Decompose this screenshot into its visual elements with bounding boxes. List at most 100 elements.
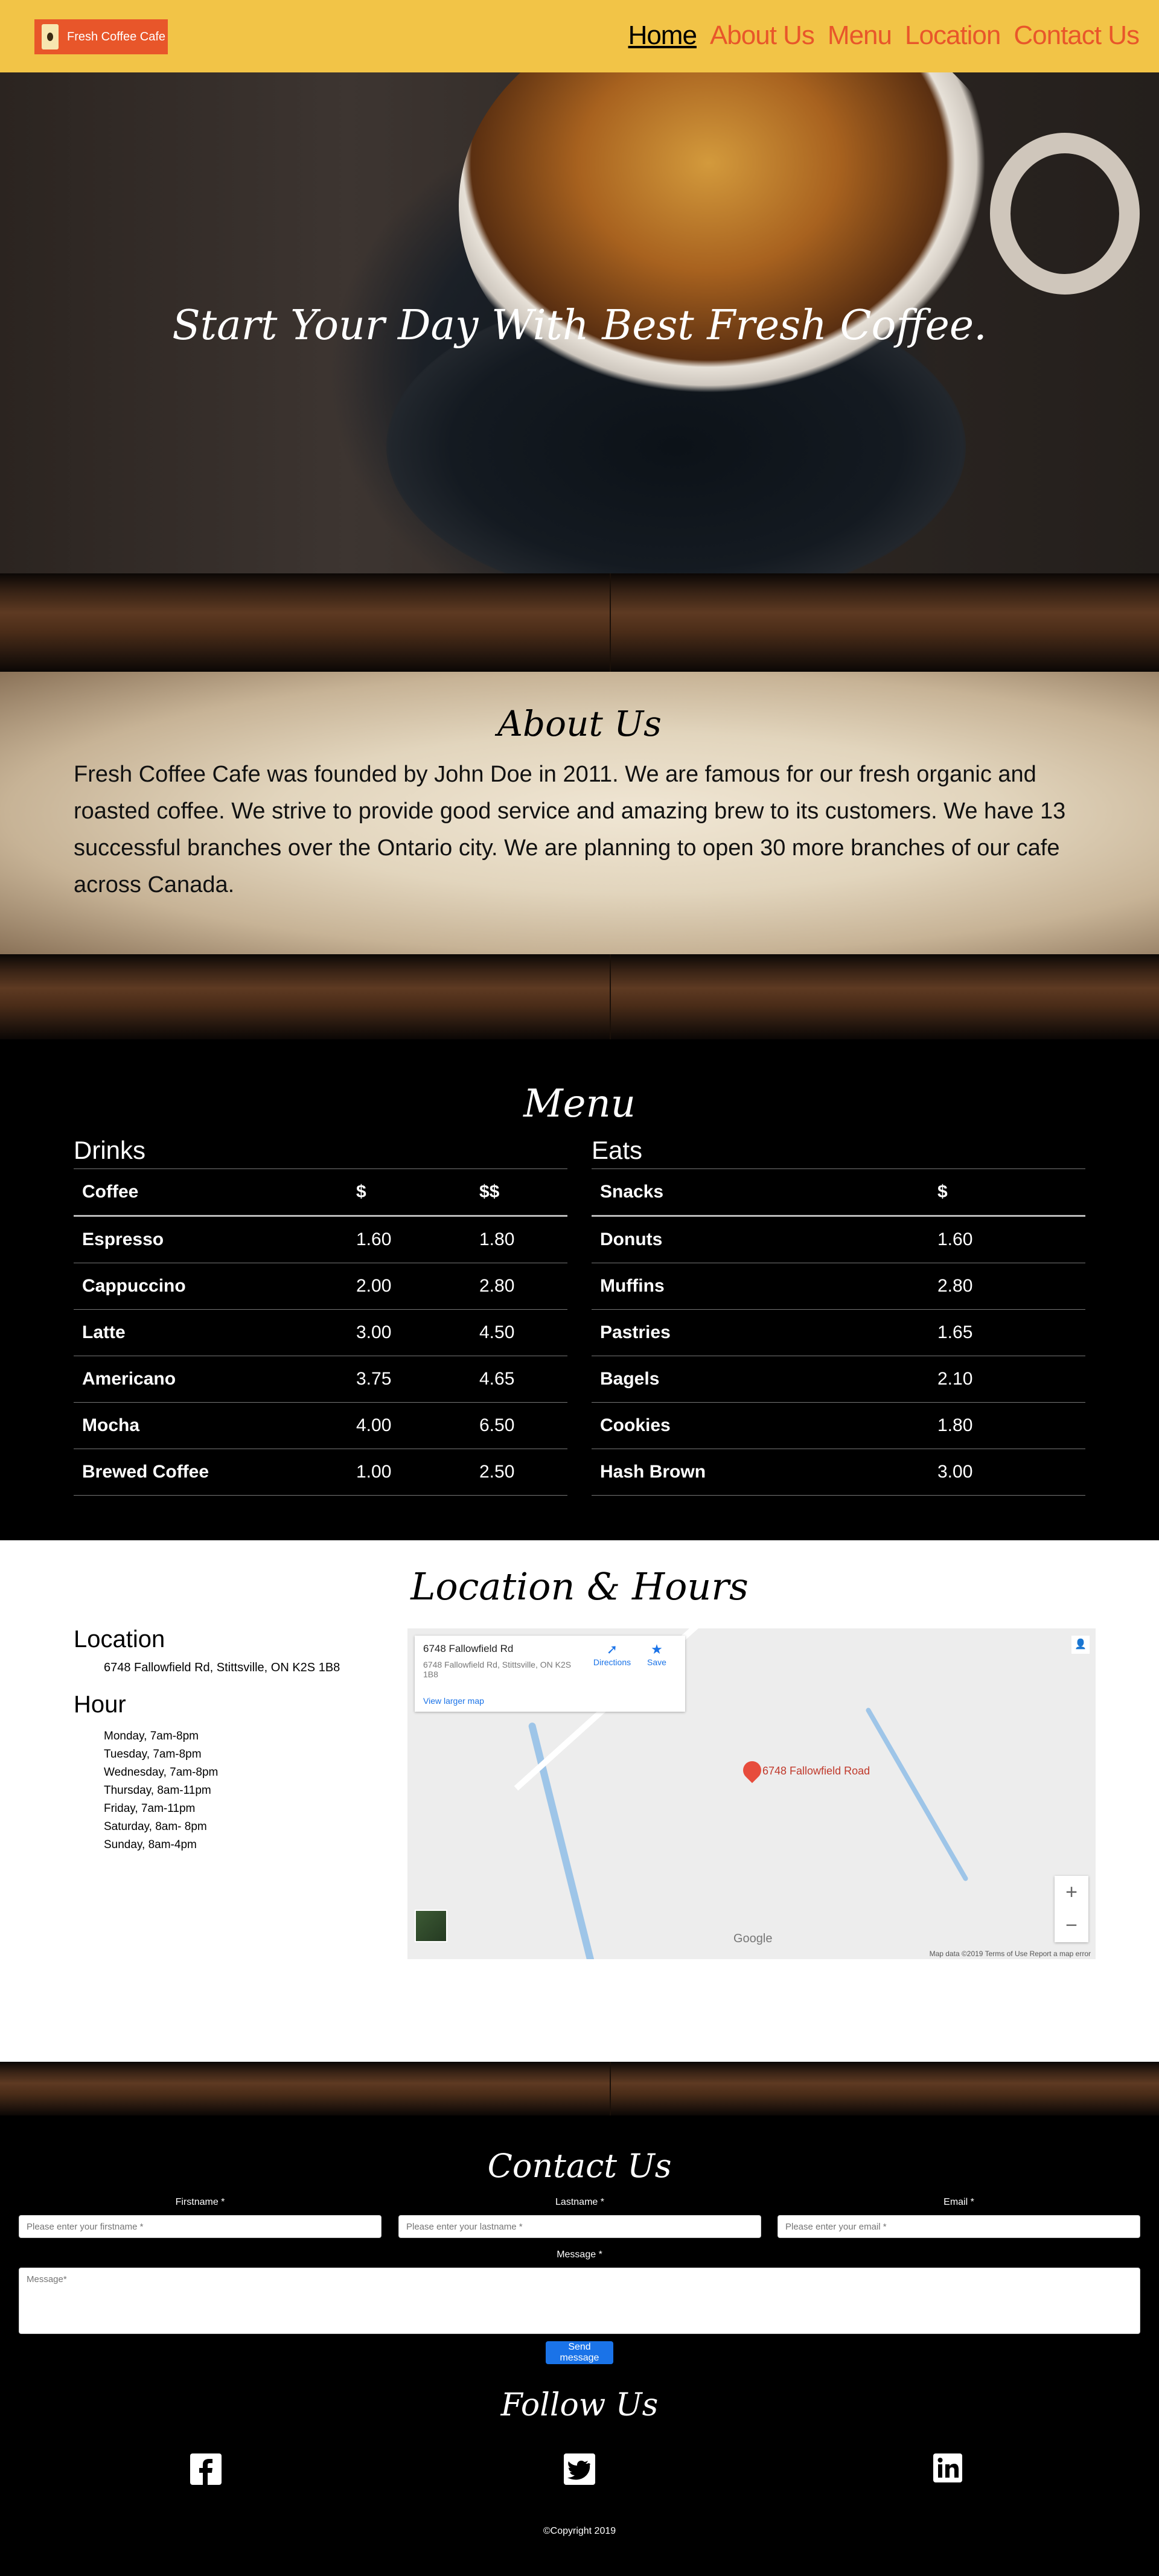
nav-link-contact[interactable]: Contact Us: [1014, 21, 1140, 51]
profile-icon[interactable]: 👤: [1071, 1636, 1090, 1654]
item-price-large: 2.50: [471, 1449, 567, 1496]
menu-title: Menu: [523, 1082, 636, 1126]
save-label: Save: [647, 1657, 666, 1667]
list-item: Saturday, 8am- 8pm: [104, 1820, 207, 1833]
item-price: 1.80: [929, 1402, 1085, 1449]
linkedin-icon[interactable]: [933, 2453, 962, 2482]
hero-cup-handle: [990, 133, 1140, 295]
item-name: Brewed Coffee: [74, 1449, 348, 1496]
facebook-icon[interactable]: [190, 2453, 222, 2485]
table-row: Mocha 4.00 6.50: [74, 1402, 567, 1449]
drinks-table: Coffee $ $$ Espresso 1.60 1.80 Cappuccino 2…: [74, 1169, 567, 1496]
list-item: Tuesday, 7am-8pm: [104, 1748, 202, 1761]
item-price: 1.00: [348, 1449, 471, 1496]
map-river: [528, 1721, 596, 1959]
item-price: 2.80: [929, 1263, 1085, 1310]
wood-divider: [0, 2062, 1159, 2115]
item-price: 3.00: [929, 1449, 1085, 1496]
eats-heading: Eats: [592, 1136, 1085, 1169]
about-text: Fresh Coffee Cafe was founded by John Do…: [74, 762, 1066, 897]
item-price: 1.60: [929, 1216, 1085, 1263]
list-item: Wednesday, 7am-8pm: [104, 1766, 219, 1779]
item-name: Bagels: [592, 1356, 929, 1403]
table-row: Cappuccino 2.00 2.80: [74, 1263, 567, 1310]
nav-link-home[interactable]: Home: [628, 21, 697, 51]
nav-link-about[interactable]: About Us: [710, 21, 815, 51]
menu-section: Menu Drinks Coffee $ $$ Espresso 1.60 1.80…: [0, 1039, 1159, 1540]
contact-title: Contact Us: [487, 2147, 672, 2185]
directions-label: Directions: [593, 1657, 631, 1667]
location-heading: Location: [74, 1626, 165, 1653]
lastname-label: Lastname *: [555, 2197, 604, 2207]
item-price-large: 1.80: [471, 1216, 567, 1263]
email-field-group: Email *: [777, 2197, 1140, 2238]
zoom-in-button[interactable]: +: [1055, 1876, 1088, 1909]
map-place-address: 6748 Fallowfield Rd, Stittsville, ON K2S…: [423, 1660, 572, 1679]
send-message-button[interactable]: Send message: [546, 2341, 613, 2364]
email-label: Email *: [943, 2197, 974, 2207]
item-price: 2.00: [348, 1263, 471, 1310]
brand-name: Fresh Coffee Cafe: [67, 30, 166, 43]
table-header-row: Coffee $ $$: [74, 1169, 567, 1217]
google-logo: Google: [733, 1932, 773, 1945]
item-price-large: 6.50: [471, 1402, 567, 1449]
table-header: $: [348, 1169, 471, 1217]
firstname-label: Firstname *: [175, 2197, 225, 2207]
twitter-icon[interactable]: [564, 2453, 595, 2485]
item-price: 1.60: [348, 1216, 471, 1263]
list-item: Sunday, 8am-4pm: [104, 1838, 197, 1851]
lastname-field-group: Lastname *: [398, 2197, 761, 2238]
zoom-out-button[interactable]: −: [1055, 1909, 1088, 1942]
contact-section: Contact Us Firstname * Lastname * Email …: [0, 2115, 1159, 2576]
nav-link-location[interactable]: Location: [905, 21, 1001, 51]
copyright-text: ©Copyright 2019: [543, 2526, 616, 2536]
table-row: Brewed Coffee 1.00 2.50: [74, 1449, 567, 1496]
firstname-input[interactable]: [19, 2215, 382, 2238]
eats-table: Snacks $ Donuts 1.60 Muffins 2.80 Pastries…: [592, 1169, 1085, 1496]
table-header: $$: [471, 1169, 567, 1217]
map-river: [865, 1707, 969, 1882]
nav-links: Home About Us Menu Location Contact Us: [628, 21, 1140, 51]
nav-link-menu[interactable]: Menu: [828, 21, 892, 51]
view-larger-map-link[interactable]: View larger map: [423, 1696, 484, 1706]
table-row: Espresso 1.60 1.80: [74, 1216, 567, 1263]
hero-banner: Start Your Day With Best Fresh Coffee.: [0, 72, 1159, 573]
item-price: 4.00: [348, 1402, 471, 1449]
item-price-large: 4.65: [471, 1356, 567, 1403]
directions-icon: ➚: [606, 1642, 618, 1657]
map-place-card: 6748 Fallowfield Rd 6748 Fallowfield Rd,…: [415, 1636, 685, 1712]
item-name: Hash Brown: [592, 1449, 929, 1496]
location-section: Location & Hours Location 6748 Fallowfie…: [0, 1540, 1159, 2062]
wood-divider: [0, 954, 1159, 1039]
star-icon: ★: [651, 1642, 663, 1657]
map-pin-icon[interactable]: [739, 1757, 765, 1784]
location-title: Location & Hours: [410, 1564, 749, 1608]
item-name: Cappuccino: [74, 1263, 348, 1310]
item-price: 1.65: [929, 1309, 1085, 1356]
item-price: 3.75: [348, 1356, 471, 1403]
satellite-toggle[interactable]: [415, 1910, 447, 1942]
eats-column: Eats Snacks $ Donuts 1.60 Muffins 2.80 Pas…: [592, 1136, 1085, 1496]
item-price: 3.00: [348, 1309, 471, 1356]
table-row: Muffins 2.80: [592, 1263, 1085, 1310]
email-input[interactable]: [777, 2215, 1140, 2238]
map-footer[interactable]: Map data ©2019 Terms of Use Report a map…: [930, 1950, 1091, 1958]
directions-button[interactable]: ➚ Directions: [591, 1642, 633, 1667]
table-header-row: Snacks $: [592, 1169, 1085, 1217]
item-name: Muffins: [592, 1263, 929, 1310]
lastname-input[interactable]: [398, 2215, 761, 2238]
hero-headline: Start Your Day With Best Fresh Coffee.: [172, 302, 987, 349]
brand-logo[interactable]: Fresh Coffee Cafe: [34, 19, 168, 54]
table-row: Donuts 1.60: [592, 1216, 1085, 1263]
table-header: $: [929, 1169, 1085, 1217]
item-name: Espresso: [74, 1216, 348, 1263]
item-price-large: 2.80: [471, 1263, 567, 1310]
item-name: Americano: [74, 1356, 348, 1403]
item-name: Mocha: [74, 1402, 348, 1449]
about-title: About Us: [497, 703, 662, 744]
message-textarea[interactable]: [19, 2268, 1140, 2334]
embedded-map[interactable]: 6748 Fallowfield Rd 6748 Fallowfield Rd,…: [407, 1628, 1096, 1959]
save-button[interactable]: ★ Save: [642, 1642, 672, 1667]
table-header: Snacks: [592, 1169, 929, 1217]
top-navbar: Fresh Coffee Cafe Home About Us Menu Loc…: [0, 0, 1159, 72]
